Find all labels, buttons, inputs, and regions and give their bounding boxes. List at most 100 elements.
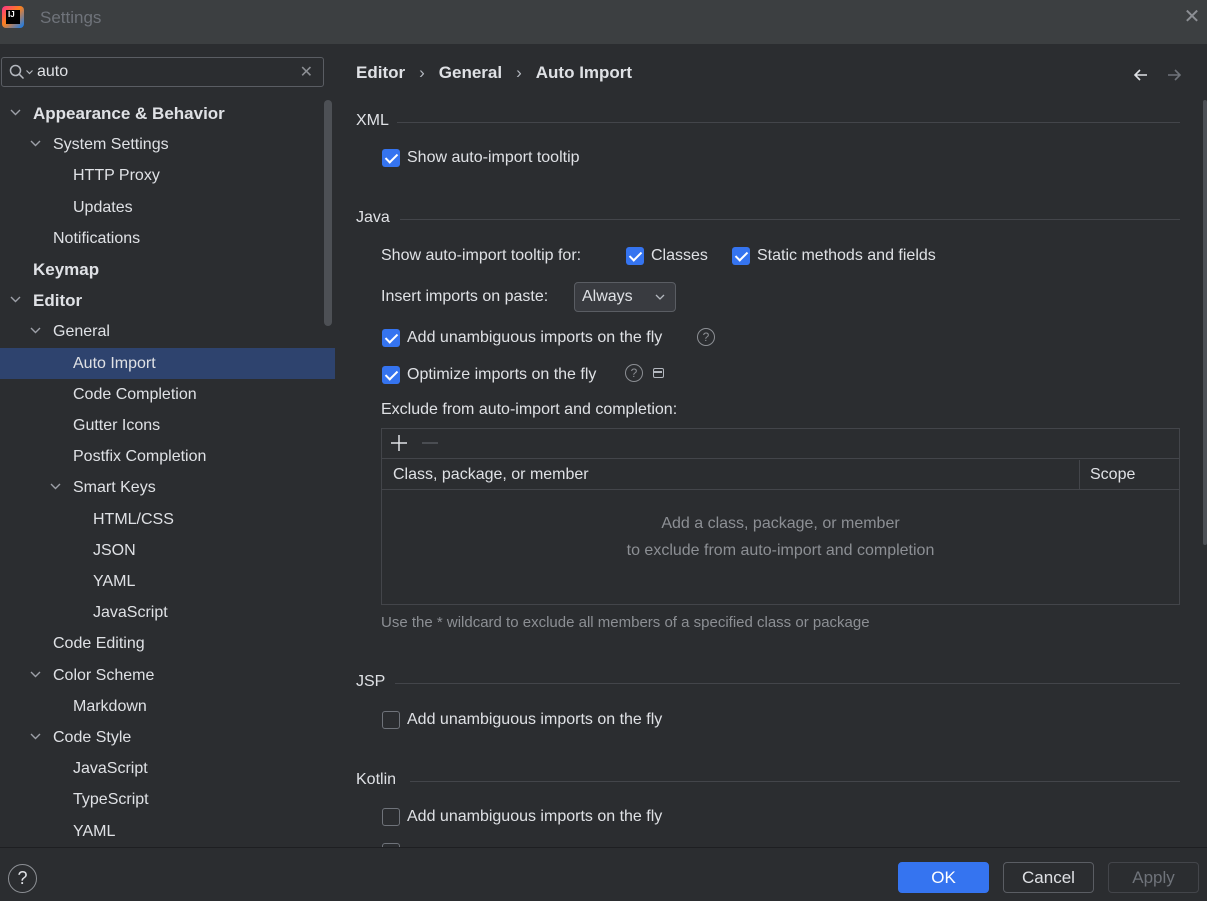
sidebar-item[interactable]: Appearance & Behavior: [0, 98, 335, 129]
table-toolbar: [382, 429, 1179, 459]
sidebar-item[interactable]: System Settings: [0, 129, 335, 160]
checkbox-checked[interactable]: [626, 247, 644, 265]
checkbox-checked[interactable]: [732, 247, 750, 265]
chevron-down-icon[interactable]: [29, 316, 43, 347]
chevron-down-icon[interactable]: [49, 472, 63, 503]
checkbox-checked[interactable]: [382, 149, 400, 167]
sidebar-item[interactable]: Postfix Completion: [0, 441, 335, 472]
column-header-scope[interactable]: Scope: [1090, 460, 1135, 490]
cancel-button[interactable]: Cancel: [1003, 862, 1094, 893]
section-title-xml: XML: [356, 112, 389, 129]
empty-text-line-1: Add a class, package, or member: [661, 515, 900, 532]
sidebar-item[interactable]: JavaScript: [0, 597, 335, 628]
help-icon[interactable]: ?: [625, 364, 643, 382]
sidebar-item[interactable]: Auto Import: [0, 347, 335, 379]
sidebar-item[interactable]: HTML/CSS: [0, 504, 335, 535]
sidebar-item[interactable]: Color Scheme: [0, 660, 335, 691]
column-divider[interactable]: [1079, 460, 1080, 490]
chevron-down-icon[interactable]: [9, 98, 23, 129]
sidebar-scrollbar[interactable]: [324, 100, 332, 326]
search-input[interactable]: [37, 61, 287, 83]
sidebar-item[interactable]: Notifications: [0, 223, 335, 254]
table-empty-text: Add a class, package, or member to exclu…: [382, 510, 1179, 564]
sidebar-item[interactable]: Smart Keys: [0, 472, 335, 503]
sidebar-item[interactable]: JavaScript: [0, 753, 335, 784]
insert-on-paste-label: Insert imports on paste:: [381, 288, 549, 305]
sidebar-item-label: TypeScript: [73, 791, 149, 809]
sidebar-item-label: Smart Keys: [73, 479, 156, 497]
chevron-down-icon[interactable]: [29, 129, 43, 160]
sidebar-item[interactable]: Code Style: [0, 722, 335, 753]
breadcrumb: Editor › General › Auto Import: [356, 63, 632, 83]
search-history-chevron-icon[interactable]: [26, 70, 33, 75]
forward-arrow-icon[interactable]: [1163, 64, 1185, 86]
chevron-down-icon: [655, 294, 665, 300]
exclude-label: Exclude from auto-import and completion:: [381, 401, 678, 418]
section-title-jsp: JSP: [356, 673, 386, 690]
app-logo-icon: IJ: [2, 6, 24, 28]
sidebar-item[interactable]: YAML: [0, 816, 335, 847]
sidebar-item-label: Gutter Icons: [73, 417, 161, 434]
column-header-class[interactable]: Class, package, or member: [393, 460, 589, 490]
breadcrumb-item-general[interactable]: General: [439, 63, 502, 82]
sidebar-item-label: Postfix Completion: [73, 448, 207, 466]
sidebar-item-label: Keymap: [33, 260, 100, 279]
breadcrumb-item-auto-import: Auto Import: [535, 63, 633, 82]
checkbox-unchecked[interactable]: [382, 808, 400, 826]
sidebar-item-label: HTTP Proxy: [73, 167, 160, 185]
sidebar-item[interactable]: General: [0, 316, 335, 347]
section-divider: [397, 122, 1180, 123]
table-header: Class, package, or member Scope: [382, 460, 1179, 490]
empty-text-line-2: to exclude from auto-import and completi…: [626, 542, 935, 559]
chevron-down-icon[interactable]: [29, 722, 43, 753]
dialog-footer: ? OK Cancel Apply: [0, 847, 1207, 901]
sidebar-item[interactable]: JSON: [0, 535, 335, 566]
exclude-table: Class, package, or member Scope Add a cl…: [381, 428, 1180, 605]
tooltip-for-label: Show auto-import tooltip for:: [381, 247, 582, 264]
sidebar-item-label: Markdown: [73, 697, 147, 715]
search-box[interactable]: ✕: [1, 57, 324, 87]
sidebar-item[interactable]: TypeScript: [0, 784, 335, 815]
wildcard-hint: Use the * wildcard to exclude all member…: [381, 614, 870, 631]
sidebar-item[interactable]: Gutter Icons: [0, 410, 335, 441]
close-icon[interactable]: ✕: [1181, 6, 1203, 28]
checkbox-checked[interactable]: [382, 329, 400, 347]
sidebar-item[interactable]: Updates: [0, 192, 335, 223]
window-title: Settings: [40, 8, 102, 27]
clear-search-icon[interactable]: ✕: [300, 62, 313, 82]
chevron-down-icon[interactable]: [9, 285, 23, 316]
sidebar-item-label: Updates: [73, 198, 133, 216]
remove-icon[interactable]: [420, 433, 440, 453]
sidebar-item-label: General: [53, 323, 110, 341]
chevron-down-icon[interactable]: [29, 660, 43, 691]
sidebar-item[interactable]: Keymap: [0, 254, 335, 285]
section-divider: [395, 683, 1180, 684]
insert-on-paste-select[interactable]: Always: [574, 282, 676, 312]
ok-button[interactable]: OK: [898, 862, 989, 893]
sidebar-item-label: Auto Import: [73, 354, 156, 372]
checkbox-checked[interactable]: [382, 366, 400, 384]
add-icon[interactable]: [389, 433, 409, 453]
help-button[interactable]: ?: [8, 864, 37, 893]
sidebar-item[interactable]: Code Editing: [0, 628, 335, 659]
back-arrow-icon[interactable]: [1130, 64, 1152, 86]
sidebar-item[interactable]: Code Completion: [0, 379, 335, 410]
apply-button[interactable]: Apply: [1108, 862, 1199, 893]
main-panel: Editor › General › Auto Import XML Show auto…: [335, 44, 1207, 847]
sidebar-item-label: YAML: [93, 573, 136, 590]
sidebar-item[interactable]: Markdown: [0, 691, 335, 722]
sidebar-item-label: Appearance & Behavior: [33, 104, 225, 123]
sidebar-item-label: Code Style: [53, 729, 132, 746]
section-title-kotlin: Kotlin: [356, 771, 397, 788]
sidebar-item[interactable]: YAML: [0, 566, 335, 597]
help-icon[interactable]: ?: [697, 328, 715, 346]
section-divider: [400, 219, 1180, 220]
checkbox-unchecked[interactable]: [382, 711, 400, 729]
sidebar-item[interactable]: HTTP Proxy: [0, 160, 335, 191]
sidebar-item[interactable]: Editor: [0, 285, 335, 316]
breadcrumb-item-editor[interactable]: Editor: [356, 63, 405, 82]
main-scrollbar[interactable]: [1203, 100, 1207, 545]
section-divider: [410, 781, 1180, 782]
sidebar: ✕ Appearance & Behavior System Settings HT…: [0, 44, 335, 847]
window-icon[interactable]: [653, 368, 664, 378]
